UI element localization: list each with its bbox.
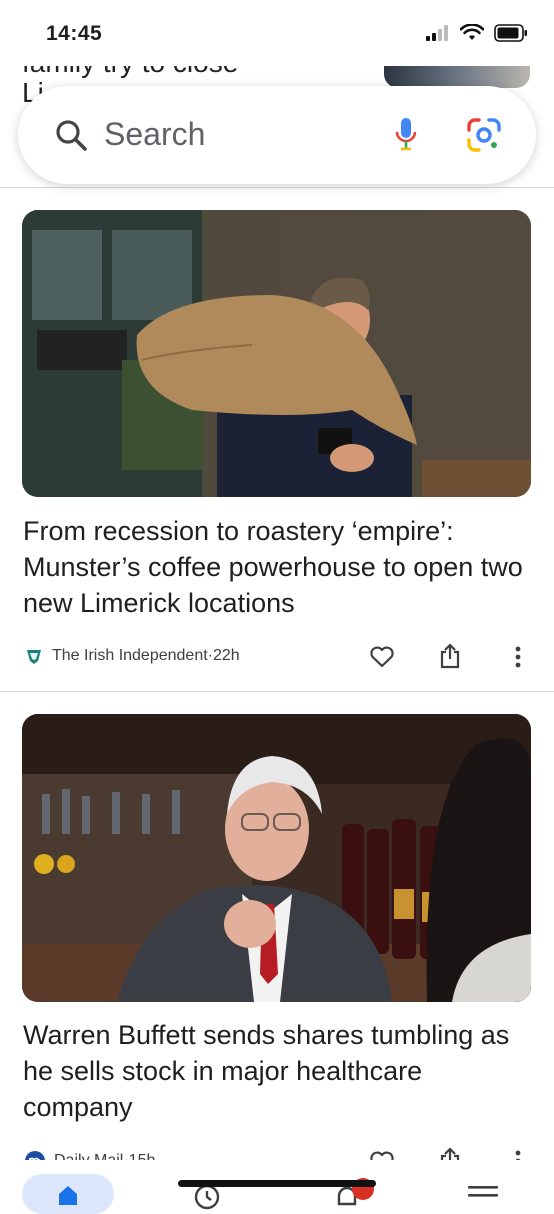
article-image[interactable]	[22, 210, 531, 497]
article-meta: The Irish Independent · 22h	[24, 643, 240, 669]
divider	[0, 691, 554, 692]
cellular-signal-icon	[426, 25, 448, 41]
mic-icon[interactable]	[394, 116, 418, 152]
article-image[interactable]	[22, 714, 531, 1002]
menu-icon[interactable]	[468, 1186, 498, 1206]
home-indicator[interactable]	[178, 1180, 376, 1187]
coffee-sack-photo	[22, 210, 531, 497]
heart-icon[interactable]	[369, 645, 395, 669]
source-name[interactable]: The Irish Independent	[52, 647, 208, 665]
wifi-icon	[460, 24, 484, 40]
divider	[0, 187, 554, 188]
battery-icon	[494, 24, 527, 42]
clock: 14:45	[46, 22, 103, 45]
share-icon[interactable]	[438, 642, 462, 670]
more-icon[interactable]	[513, 646, 523, 668]
article-headline[interactable]: From recession to roastery ‘empire’: Mun…	[23, 513, 533, 621]
nav-home-tab[interactable]	[22, 1174, 114, 1214]
irish-independent-logo-icon	[27, 650, 41, 664]
status-bar: 14:45	[0, 0, 554, 66]
status-icons	[426, 24, 528, 42]
warren-buffett-photo	[22, 714, 531, 1002]
home-icon	[59, 1186, 77, 1205]
search-bar[interactable]: Search	[18, 86, 536, 184]
article-age: 22h	[213, 647, 240, 664]
search-icon	[56, 120, 87, 151]
search-input[interactable]: Search	[104, 116, 205, 153]
article-headline[interactable]: Warren Buffett sends shares tumbling as …	[23, 1017, 533, 1125]
lens-icon[interactable]	[466, 117, 502, 153]
